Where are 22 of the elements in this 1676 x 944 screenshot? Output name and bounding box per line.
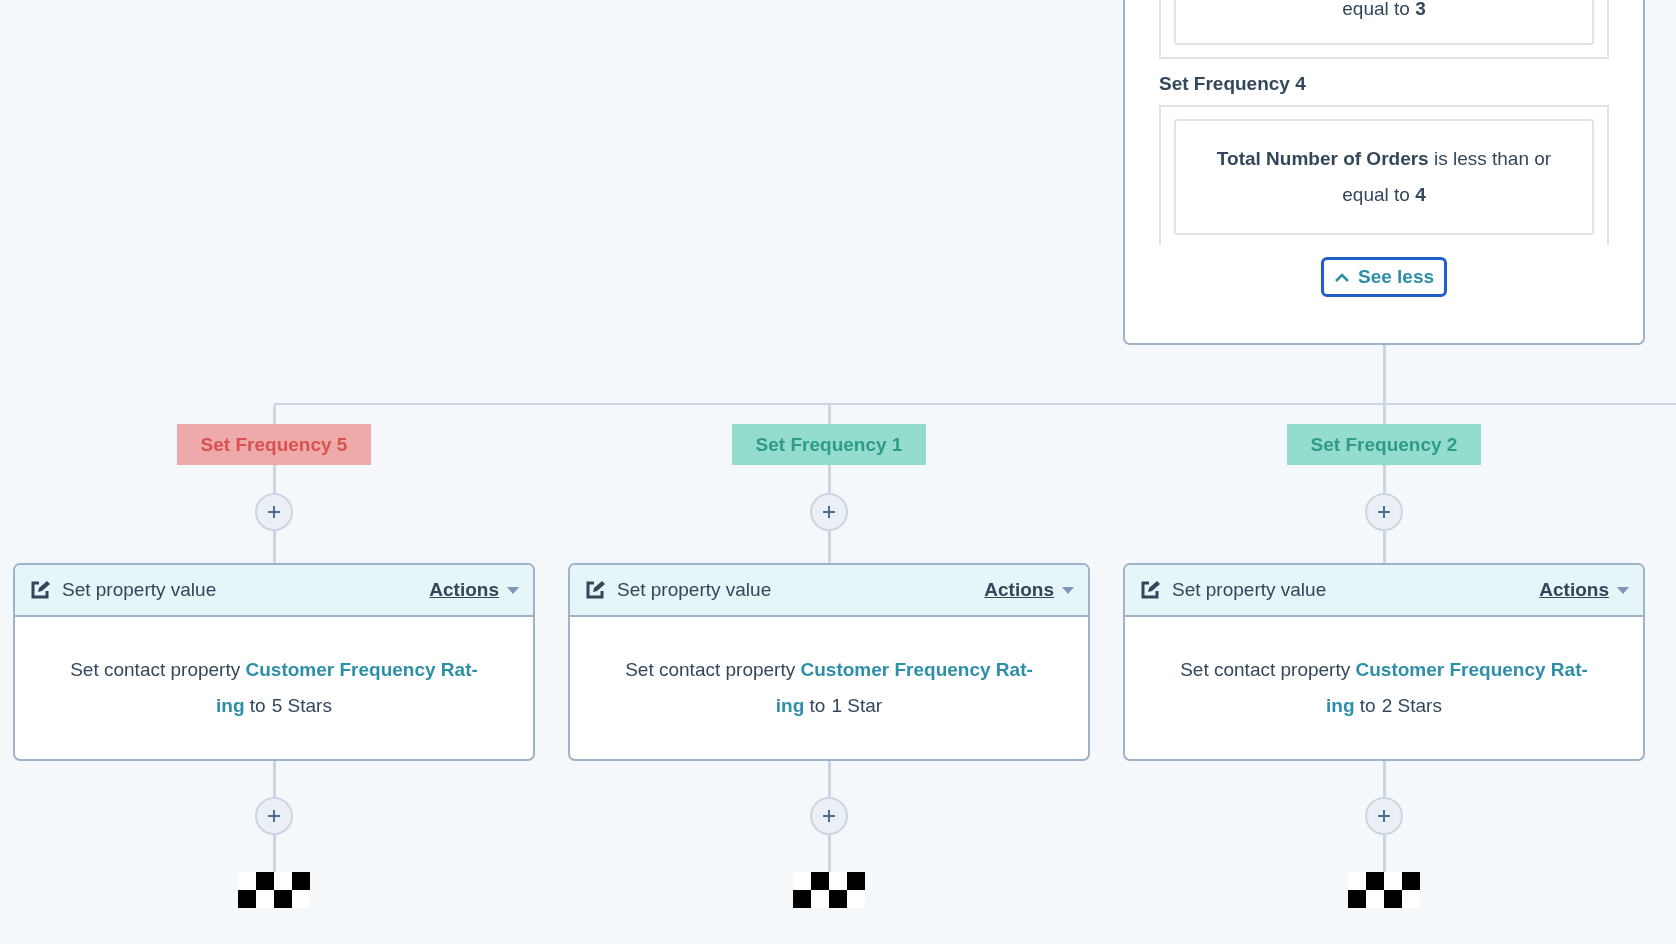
property-link[interactable]: ing [775,695,805,716]
branch-label: Set Frequency 1 [732,424,926,465]
condition-text: Total Number of Orders is less than or equal to 4 [1174,119,1594,235]
action-description: Set contact property Customer Frequency Rat- ing to 2 Stars [1180,658,1588,718]
property-link[interactable]: ing [216,695,245,716]
card-title: Set property value [1172,579,1328,601]
action-description: Set contact property Customer Frequency Rat- ing to 5 Stars [70,658,478,718]
card-title: Set property value [617,579,773,601]
card-title: Set property value [62,579,218,601]
property-link[interactable]: Customer Frequency Rat- [1355,659,1588,680]
see-less-button[interactable]: See less [1321,257,1447,297]
condition-text: equal to 3 [1174,0,1594,45]
actions-menu[interactable]: Actions [984,579,1074,601]
branch-label: Set Frequency 5 [177,424,371,465]
actions-menu[interactable]: Actions [429,579,519,601]
action-description: Set contact property Customer Frequency Rat- ing to 1 Star [625,658,1033,718]
branch-title: Set Frequency 4 [1159,73,1307,95]
property-link[interactable]: Customer Frequency Rat- [800,659,1033,680]
branch-label: Set Frequency 2 [1287,424,1481,465]
property-link[interactable]: Customer Frequency Rat- [245,659,478,680]
property-link[interactable]: ing [1326,695,1355,716]
actions-menu[interactable]: Actions [1539,579,1629,601]
